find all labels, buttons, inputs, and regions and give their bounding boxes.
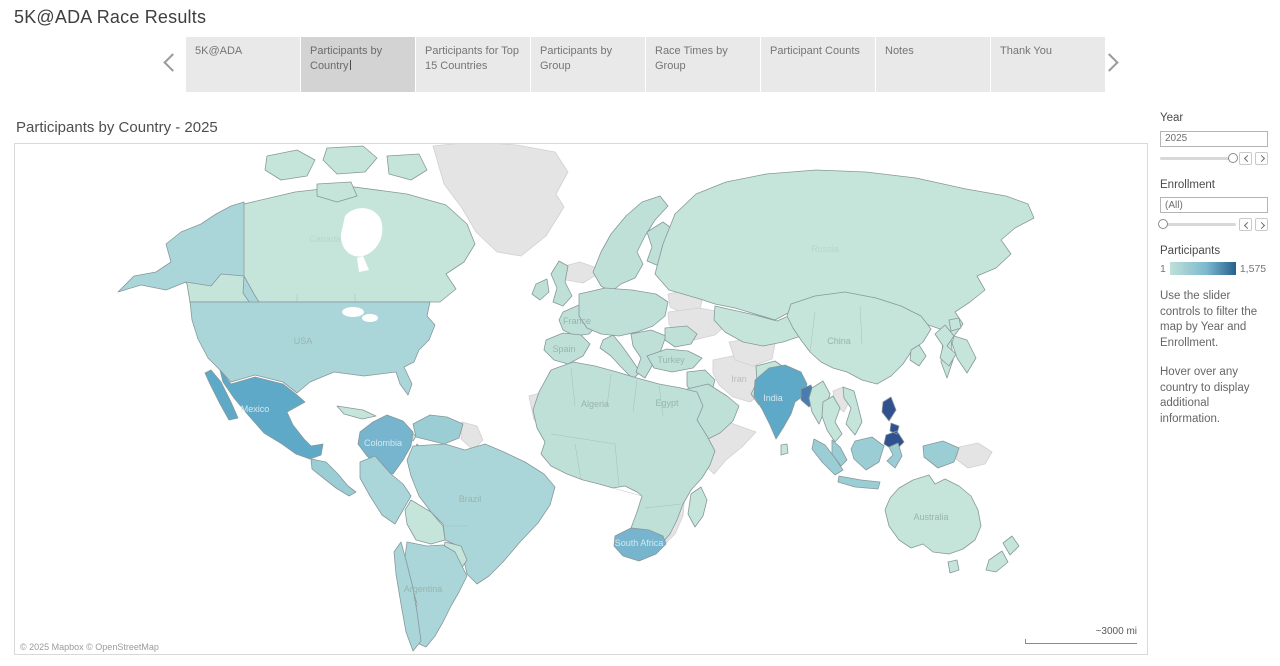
tab-label: Participants by Group — [540, 45, 612, 72]
tab-strip: 5K@ADA Participants by Country Participa… — [0, 37, 1280, 92]
chevron-left-icon — [163, 53, 181, 71]
enrollment-slider-handle[interactable] — [1158, 219, 1168, 229]
tab-thank-you[interactable]: Thank You — [991, 37, 1105, 92]
tab-label: Notes — [885, 45, 914, 57]
chevron-left-icon — [1243, 221, 1250, 228]
country-sri-lanka[interactable] — [781, 444, 788, 455]
map-canvas[interactable]: Canada USA Mexico Colombia Brazil Argent… — [15, 144, 1147, 654]
year-decrement-button[interactable] — [1239, 152, 1252, 165]
chevron-right-icon — [1257, 221, 1264, 228]
map-label-australia: Australia — [913, 512, 948, 522]
world-choropleth-map[interactable]: Canada USA Mexico Colombia Brazil Argent… — [14, 143, 1148, 655]
text-cursor — [350, 60, 351, 70]
legend-max-value: 1,575 — [1240, 263, 1266, 275]
map-label-mexico: Mexico — [241, 404, 270, 414]
map-label-colombia: Colombia — [364, 438, 402, 448]
country-philippines[interactable] — [882, 397, 904, 451]
enrollment-filter-label: Enrollment — [1160, 179, 1272, 191]
tabs-scroll-left-button[interactable] — [158, 51, 184, 77]
country-indonesia-borneo[interactable] — [851, 437, 884, 470]
view-title: Participants by Country - 2025 — [16, 119, 218, 136]
country-cuba[interactable] — [337, 406, 376, 419]
country-iceland[interactable] — [564, 262, 596, 283]
tab-participant-counts[interactable]: Participant Counts — [761, 37, 875, 92]
map-scale-line — [1025, 639, 1137, 644]
tab-label: Participants by Country — [310, 45, 382, 72]
country-madagascar[interactable] — [688, 487, 707, 527]
great-lakes — [342, 307, 364, 317]
filter-panel: Year Enrollment Participants 1 1,575 Use… — [1160, 112, 1272, 427]
map-label-argentina: Argentina — [404, 584, 443, 594]
year-filter-input[interactable] — [1160, 131, 1268, 147]
help-text-sliders: Use the slider controls to filter the ma… — [1160, 289, 1272, 351]
chevron-left-icon — [1243, 155, 1250, 162]
map-label-china: China — [827, 336, 851, 346]
color-legend: 1 1,575 — [1160, 262, 1272, 275]
tab-participants-by-country[interactable]: Participants by Country — [301, 37, 415, 92]
enrollment-increment-button[interactable] — [1255, 218, 1268, 231]
chevron-right-icon — [1257, 155, 1264, 162]
tabs-scroll-right-button[interactable] — [1100, 51, 1126, 77]
tab-participants-top15[interactable]: Participants for Top 15 Countries — [416, 37, 530, 92]
map-label-brazil: Brazil — [459, 494, 482, 504]
enrollment-filter-input[interactable] — [1160, 197, 1268, 213]
tab-label: Participant Counts — [770, 45, 860, 57]
help-text-hover: Hover over any country to display additi… — [1160, 365, 1272, 427]
legend-title: Participants — [1160, 245, 1272, 257]
year-increment-button[interactable] — [1255, 152, 1268, 165]
country-vietnam[interactable] — [843, 387, 862, 435]
chevron-right-icon — [1100, 53, 1118, 71]
map-label-south-africa: South Africa — [615, 538, 664, 548]
map-label-india: India — [763, 393, 783, 403]
map-label-canada: Canada — [309, 234, 341, 244]
central-america[interactable] — [311, 459, 356, 496]
tab-label: Thank You — [1000, 45, 1052, 57]
enrollment-slider-row — [1160, 218, 1272, 231]
year-filter-label: Year — [1160, 112, 1272, 124]
country-new-zealand[interactable] — [986, 536, 1019, 572]
map-label-spain: Spain — [552, 344, 575, 354]
map-label-turkey: Turkey — [657, 355, 685, 365]
tasmania[interactable] — [948, 560, 959, 573]
country-papua-new-guinea[interactable] — [956, 443, 992, 468]
tab-5k-ada[interactable]: 5K@ADA — [186, 37, 300, 92]
enrollment-decrement-button[interactable] — [1239, 218, 1252, 231]
enrollment-slider-track[interactable] — [1160, 223, 1236, 226]
year-slider-row — [1160, 152, 1272, 165]
country-indonesia-papua[interactable] — [923, 441, 959, 468]
country-central-europe[interactable] — [579, 288, 668, 336]
tab-label: 5K@ADA — [195, 45, 242, 57]
tab-race-times-by-group[interactable]: Race Times by Group — [646, 37, 760, 92]
map-scale-label: ~3000 mi — [1025, 626, 1137, 639]
country-venezuela[interactable] — [413, 415, 463, 444]
map-attribution: © 2025 Mapbox © OpenStreetMap — [15, 640, 164, 654]
tab-label: Participants for Top 15 Countries — [425, 45, 519, 72]
map-label-algeria: Algeria — [581, 399, 609, 409]
legend-min-value: 1 — [1160, 263, 1166, 275]
country-indonesia-java[interactable] — [838, 476, 880, 489]
map-scale: ~3000 mi — [1025, 626, 1137, 644]
year-slider-track[interactable] — [1160, 157, 1236, 160]
map-label-usa: USA — [294, 336, 313, 346]
map-label-russia: Russia — [811, 244, 839, 254]
tab-label: Race Times by Group — [655, 45, 728, 72]
country-ireland[interactable] — [532, 279, 549, 300]
page-title: 5K@ADA Race Results — [14, 7, 206, 28]
map-label-france: France — [563, 316, 591, 326]
great-lakes — [362, 314, 378, 322]
tab-notes[interactable]: Notes — [876, 37, 990, 92]
map-label-iran: Iran — [731, 374, 747, 384]
map-label-egypt: Egypt — [655, 398, 679, 408]
tab-participants-by-group[interactable]: Participants by Group — [531, 37, 645, 92]
legend-gradient-bar — [1170, 262, 1236, 275]
year-slider-handle[interactable] — [1228, 153, 1238, 163]
